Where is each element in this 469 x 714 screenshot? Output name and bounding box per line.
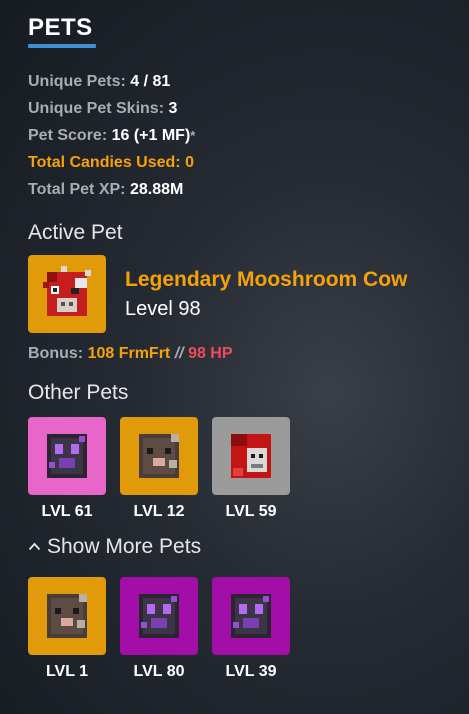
other-pets-heading: Other Pets xyxy=(28,381,129,404)
stat-pet-score: Pet Score: 16 (+1 MF)* xyxy=(28,127,196,144)
pet-card: LVL 39 xyxy=(212,577,290,681)
active-pet-info: Legendary Mooshroom Cow Level 98 xyxy=(125,268,407,321)
enderman-head-icon xyxy=(139,594,179,638)
other-pets-grid: LVL 61 LVL 12 LVL 59 xyxy=(28,417,458,521)
pet-tile[interactable] xyxy=(212,577,290,655)
pet-score-tooltip-marker[interactable]: * xyxy=(190,128,195,143)
active-pet-heading: Active Pet xyxy=(28,221,123,244)
pet-level: LVL 1 xyxy=(45,663,89,680)
rat-head-icon xyxy=(139,434,179,478)
pet-tile[interactable] xyxy=(120,417,198,495)
more-pets-grid: LVL 1 LVL 80 LVL 39 xyxy=(28,577,458,681)
title-underline xyxy=(28,44,96,48)
pet-level: LVL 80 xyxy=(133,663,185,680)
pet-level: LVL 12 xyxy=(133,503,185,520)
active-pet-tile[interactable] xyxy=(28,255,106,333)
stat-unique-pet-skins: Unique Pet Skins: 3 xyxy=(28,100,178,117)
chevron-up-icon xyxy=(28,538,41,554)
bonus-health: 98 HP xyxy=(188,345,233,362)
bonus-farming-fortune: 108 FrmFrt xyxy=(87,345,171,362)
pet-level: LVL 39 xyxy=(225,663,277,680)
stat-total-pet-xp: Total Pet XP: 28.88M xyxy=(28,181,184,198)
enderman-head-icon xyxy=(47,434,87,478)
show-more-pets-toggle[interactable]: Show More Pets xyxy=(28,535,458,559)
stat-total-candies: Total Candies Used: 0 xyxy=(28,154,194,171)
pet-level: LVL 61 xyxy=(41,503,93,520)
pet-tile[interactable] xyxy=(28,577,106,655)
pet-card: LVL 61 xyxy=(28,417,106,521)
pet-tile[interactable] xyxy=(28,417,106,495)
pet-card: LVL 1 xyxy=(28,577,106,681)
red-hooded-head-icon xyxy=(231,434,271,478)
stat-unique-pets: Unique Pets: 4 / 81 xyxy=(28,73,171,90)
pets-panel: PETS Unique Pets: 4 / 81 Unique Pet Skin… xyxy=(28,14,458,681)
mooshroom-cow-head-icon xyxy=(43,266,91,316)
pet-stats: Unique Pets: 4 / 81 Unique Pet Skins: 3 … xyxy=(28,68,458,203)
rat-head-icon xyxy=(47,594,87,638)
pet-tile[interactable] xyxy=(212,417,290,495)
pet-card: LVL 59 xyxy=(212,417,290,521)
show-more-pets-label: Show More Pets xyxy=(47,535,202,558)
active-pet-bonus: Bonus: 108 FrmFrt // 98 HP xyxy=(28,345,233,362)
pet-level: LVL 59 xyxy=(225,503,277,520)
pet-tile[interactable] xyxy=(120,577,198,655)
pets-title: PETS xyxy=(28,14,93,41)
pet-card: LVL 12 xyxy=(120,417,198,521)
pet-card: LVL 80 xyxy=(120,577,198,681)
active-pet-level: Level 98 xyxy=(125,297,201,320)
enderman-head-icon xyxy=(231,594,271,638)
active-pet: Legendary Mooshroom Cow Level 98 xyxy=(28,255,458,333)
active-pet-name: Legendary Mooshroom Cow xyxy=(125,267,408,291)
